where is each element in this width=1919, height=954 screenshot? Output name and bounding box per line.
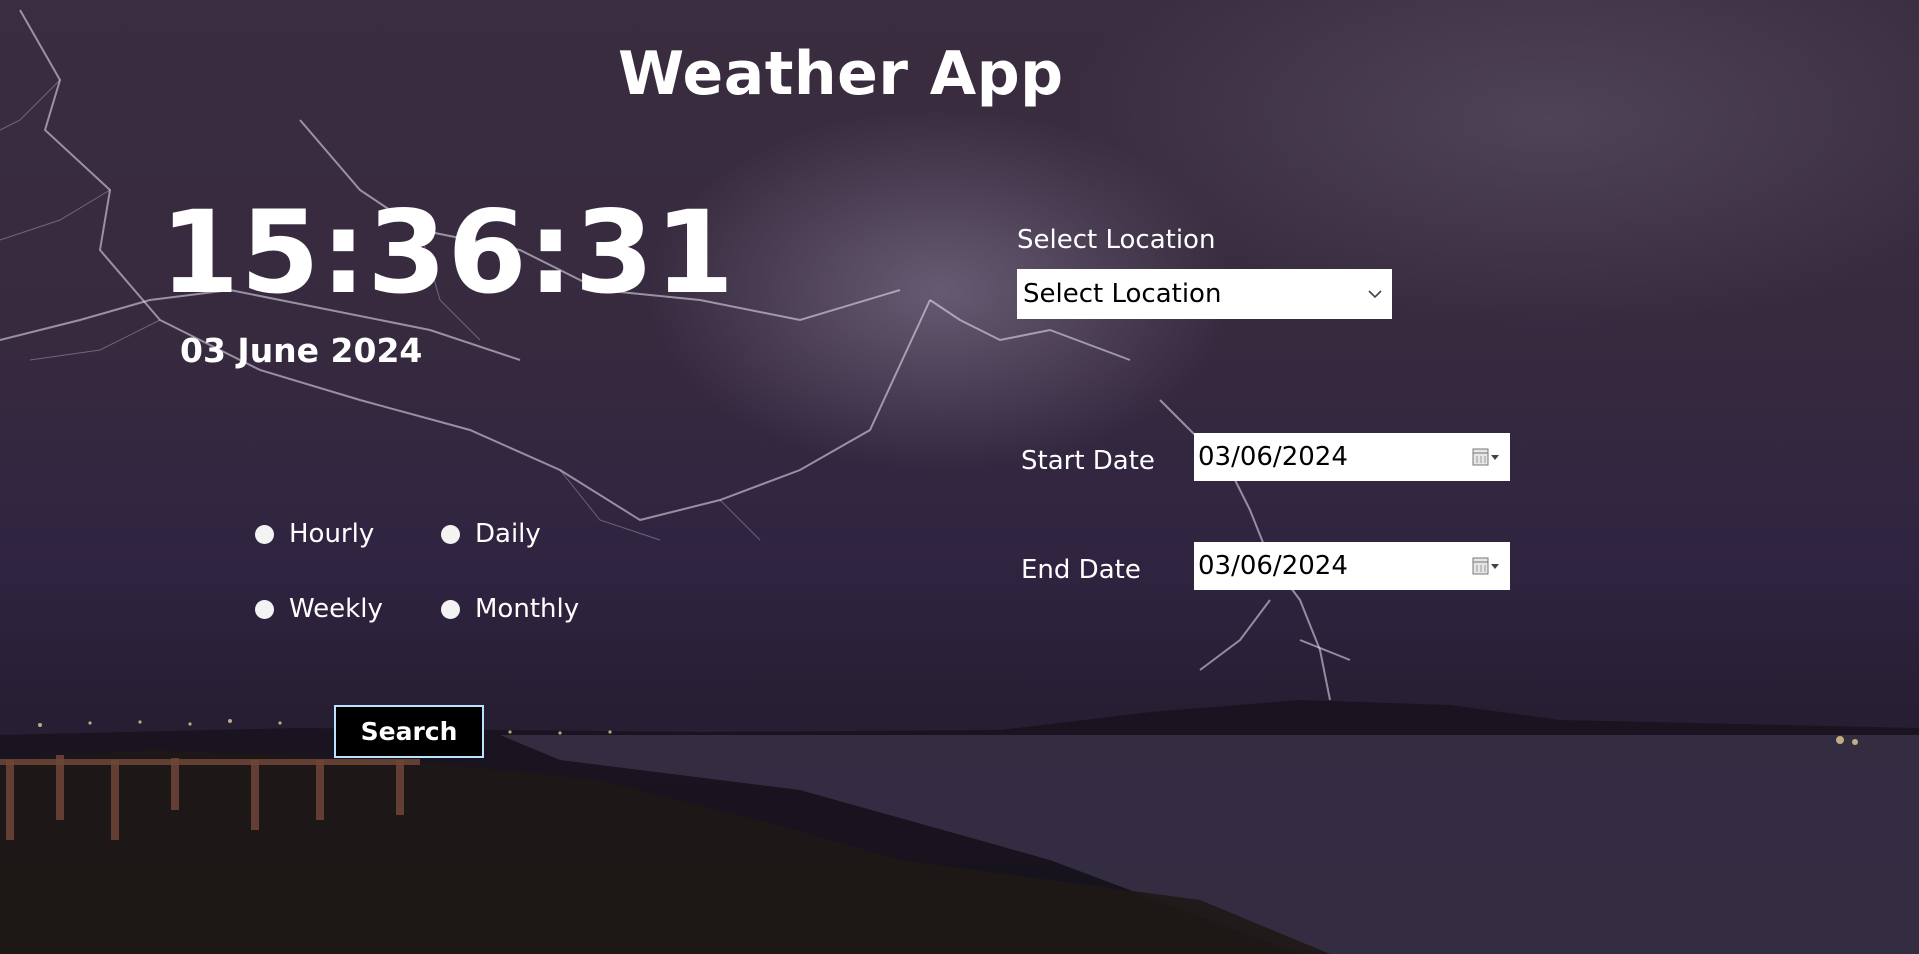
app-window: Weather App 15:36:31 03 June 2024 Hourly… (0, 0, 1919, 954)
end-date-value[interactable]: 03/06/2024 (1198, 551, 1464, 581)
clock-date: 03 June 2024 (180, 331, 423, 370)
radio-label: Monthly (475, 594, 580, 624)
background-storm-image (0, 9, 1919, 954)
start-date-label: Start Date (1021, 446, 1155, 476)
clock-time: 15:36:31 (160, 186, 736, 319)
radio-weekly[interactable]: Weekly (255, 592, 383, 626)
calendar-icon[interactable] (1464, 442, 1510, 472)
chevron-down-icon[interactable] (1358, 284, 1392, 304)
start-date-value[interactable]: 03/06/2024 (1198, 442, 1464, 472)
location-label: Select Location (1017, 225, 1216, 255)
location-select[interactable]: Select Location (1017, 269, 1392, 319)
radio-button[interactable] (441, 524, 460, 544)
radio-label: Weekly (289, 594, 383, 624)
radio-daily[interactable]: Daily (441, 517, 541, 551)
radio-button[interactable] (441, 599, 460, 619)
radio-label: Hourly (289, 519, 375, 549)
calendar-icon[interactable] (1464, 551, 1510, 581)
radio-monthly[interactable]: Monthly (441, 592, 579, 626)
radio-hourly[interactable]: Hourly (255, 517, 374, 551)
end-date-label: End Date (1021, 555, 1141, 585)
app-title: Weather App (618, 39, 1064, 109)
radio-label: Daily (475, 519, 541, 549)
end-date-picker[interactable]: 03/06/2024 (1194, 542, 1510, 590)
location-select-value: Select Location (1023, 279, 1222, 309)
radio-button[interactable] (255, 599, 274, 619)
search-button[interactable]: Search (334, 705, 484, 758)
start-date-picker[interactable]: 03/06/2024 (1194, 433, 1510, 481)
radio-button[interactable] (255, 524, 274, 544)
